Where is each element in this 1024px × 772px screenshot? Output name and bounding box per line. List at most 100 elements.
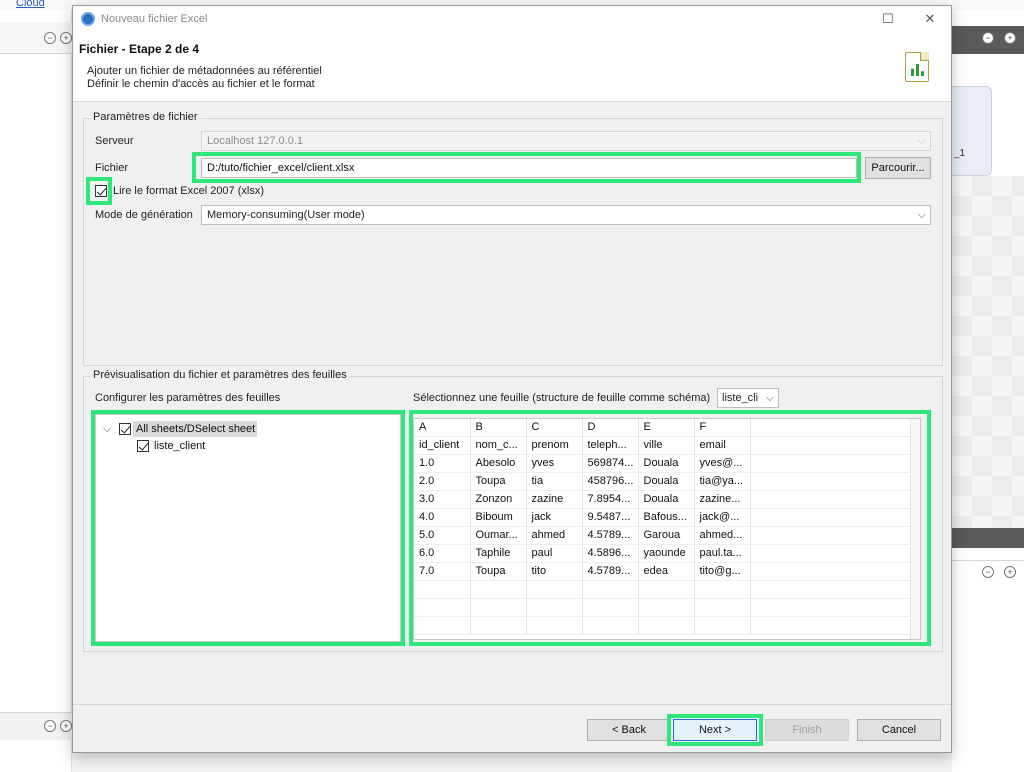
table-cell: paul [526,544,583,564]
table-cell: 4.5896... [582,544,639,564]
footer-separator [73,704,951,705]
finish-button[interactable]: Finish [765,719,849,741]
table-row [414,616,911,635]
table-cell: 2.0 [414,472,471,492]
dialog-titlebar[interactable]: Nouveau fichier Excel ☐ ✕ [73,6,951,32]
table-cell: 6.0 [414,544,471,564]
generation-mode-combo[interactable]: Memory-consuming(User mode) ⌵ [201,205,931,225]
tree-item-liste-client[interactable]: liste_client [154,438,205,454]
table-cell: ville [638,436,695,456]
server-label: Serveur [95,135,134,147]
table-cell [638,580,695,600]
table-cell: C [526,419,583,438]
table-cell [638,616,695,635]
cancel-button[interactable]: Cancel [857,719,941,741]
table-cell: Douala [638,472,695,492]
browse-button[interactable]: Parcourir... [865,157,931,179]
table-cell: tito [526,562,583,582]
table-cell [750,544,911,564]
table-cell [694,598,751,617]
chevron-down-icon[interactable]: ⌵ [103,421,111,437]
select-sheet-label: Sélectionnez une feuille (structure de f… [413,392,711,404]
table-cell: Toupa [470,472,527,492]
cloud-link[interactable]: Cloud [16,0,45,9]
table-cell: Bafous... [638,508,695,528]
table-cell: zazine... [694,490,751,510]
chevron-down-icon: ⌵ [765,392,774,404]
sheet-checkbox[interactable] [137,440,149,452]
minimize-icon[interactable]: − [44,32,56,44]
server-combo-value: Localhost 127.0.0.1 [207,135,304,147]
table-cell [414,598,471,617]
chevron-down-icon: ⌵ [917,135,926,147]
table-cell [750,472,911,492]
table-cell [694,616,751,635]
table-cell: nom_c... [470,436,527,456]
table-cell: B [470,419,527,438]
table-cell [750,562,911,582]
table-cell: Zonzon [470,490,527,510]
table-cell [526,598,583,617]
component-card[interactable] [952,86,992,176]
table-cell: jack [526,508,583,528]
table-row: 5.0 Oumar... ahmed 4.5789... Garoua ahmed... [414,526,911,546]
table-cell: tia@ya... [694,472,751,492]
table-cell [582,616,639,635]
table-cell [470,598,527,617]
sheet-select-combo[interactable]: liste_cli ⌵ [717,388,779,408]
table-cell [750,490,911,510]
wizard-step-title: Fichier - Etape 2 de 4 [79,42,200,56]
maximize-icon[interactable]: + [60,32,72,44]
table-cell: 4.5789... [582,526,639,546]
maximize-icon[interactable]: + [1004,566,1016,578]
maximize-icon[interactable]: + [1004,32,1016,44]
table-cell [526,580,583,600]
table-cell: 7.8954... [582,490,639,510]
minimize-icon[interactable]: − [44,720,56,732]
table-scrollbar[interactable] [910,419,920,639]
table-cell: id_client [414,436,471,456]
excel2007-label: Lire le format Excel 2007 (xlsx) [113,185,264,197]
table-cell: Oumar... [470,526,527,546]
table-cell [414,616,471,635]
file-params-group-label: Paramètres de fichier [90,111,201,123]
maximize-icon[interactable]: + [60,720,72,732]
close-window-icon[interactable]: ✕ [921,10,939,28]
table-row: 7.0 Toupa tito 4.5789... edea tito@g... [414,562,911,582]
table-cell: Abesolo [470,454,527,474]
back-button[interactable]: < Back [587,719,671,741]
table-cell: 4.5789... [582,562,639,582]
table-cell [694,580,751,600]
tree-item-all-sheets[interactable]: All sheets/DSelect sheet [136,421,255,437]
minimize-icon[interactable]: − [982,32,994,44]
ide-right-divider [952,528,1024,548]
table-row: 1.0 Abesolo yves 569874... Douala yves@... [414,454,911,474]
minimize-icon[interactable]: − [982,566,994,578]
file-path-value: D:/tuto/fichier_excel/client.xlsx [207,162,355,174]
table-cell: Douala [638,490,695,510]
maximize-window-icon[interactable]: ☐ [879,10,897,28]
table-cell [526,616,583,635]
table-cell: 9.5487... [582,508,639,528]
wizard-subdescription: Définir le chemin d'accès au fichier et … [87,78,315,90]
table-cell [750,616,911,635]
component-label: _1 [954,148,966,159]
dialog-title: Nouveau fichier Excel [101,13,208,25]
table-cell: ahmed [526,526,583,546]
preview-table[interactable]: A B C D E Fid_client nom_c... prenom teleph... vi… [413,418,921,640]
table-cell [582,598,639,617]
table-cell: 4.0 [414,508,471,528]
table-cell: Biboum [470,508,527,528]
table-cell: 569874... [582,454,639,474]
excel2007-checkbox[interactable] [95,185,107,197]
file-path-input[interactable]: D:/tuto/fichier_excel/client.xlsx [201,158,857,178]
table-row: 2.0 Toupa tia 458796... Douala tia@ya... [414,472,911,492]
table-cell: 3.0 [414,490,471,510]
next-button[interactable]: Next > [673,719,757,741]
table-cell: yaounde [638,544,695,564]
table-row: ABCDEF [414,419,911,438]
table-cell: tia [526,472,583,492]
table-cell: jack@... [694,508,751,528]
all-sheets-checkbox[interactable] [119,423,131,435]
table-row [414,598,911,617]
